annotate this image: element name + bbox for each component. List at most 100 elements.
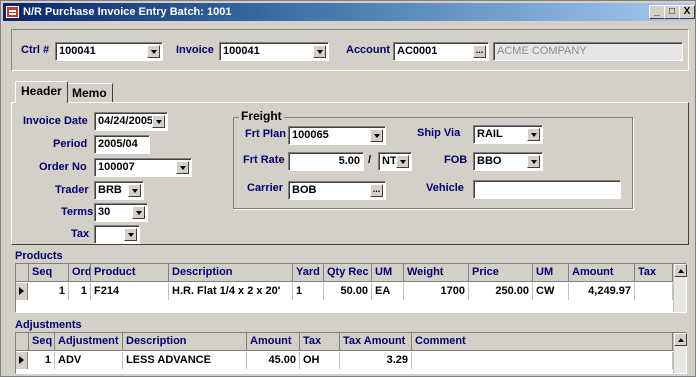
cell[interactable]: EA xyxy=(372,283,404,300)
terms-value: 30 xyxy=(98,206,111,218)
cell[interactable]: CW xyxy=(533,283,569,300)
trader-label: Trader xyxy=(55,184,89,196)
fob-value: BBO xyxy=(477,155,502,167)
cell[interactable]: LESS ADVANCE xyxy=(123,352,247,369)
scroll-up-arrow-icon[interactable] xyxy=(674,333,687,346)
chevron-down-icon[interactable] xyxy=(527,155,540,168)
ship-via-field[interactable]: RAIL xyxy=(473,125,543,144)
chevron-down-icon[interactable] xyxy=(176,161,189,174)
col-header[interactable]: Product xyxy=(91,264,169,282)
col-header[interactable]: Amount xyxy=(569,264,635,282)
tab-memo[interactable]: Memo xyxy=(66,83,113,103)
cell[interactable]: 4,249.97 xyxy=(569,283,635,300)
title-bar: N/R Purchase Invoice Entry Batch: 1001 _… xyxy=(3,3,695,21)
col-header[interactable]: Comment xyxy=(412,333,673,351)
maximize-button[interactable]: □ xyxy=(664,5,680,19)
col-header[interactable]: Tax Amount xyxy=(340,333,412,351)
minimize-button[interactable]: _ xyxy=(649,5,665,19)
chevron-down-icon[interactable] xyxy=(313,45,326,58)
cell[interactable]: 1 xyxy=(69,283,91,300)
cell[interactable]: F214 xyxy=(91,283,169,300)
col-header[interactable]: Tax xyxy=(635,264,673,282)
cell[interactable]: 1700 xyxy=(404,283,469,300)
adjustments-grid: Seq Adjustment Description Amount Tax Ta… xyxy=(15,332,687,374)
invoice-label: Invoice xyxy=(176,44,214,56)
col-header[interactable]: Seq xyxy=(29,333,55,351)
trader-field[interactable]: BRB xyxy=(94,181,144,200)
frt-plan-value: 100065 xyxy=(292,129,329,141)
chevron-down-icon[interactable] xyxy=(370,129,383,142)
frt-rate-field[interactable]: 5.00 xyxy=(288,152,364,171)
col-header[interactable]: Amount xyxy=(247,333,300,351)
chevron-down-icon[interactable] xyxy=(132,206,145,219)
period-value: 2005/04 xyxy=(98,138,138,150)
vehicle-field[interactable] xyxy=(473,180,621,199)
tax-field[interactable] xyxy=(94,225,140,244)
ctrl-value: 100041 xyxy=(59,45,96,57)
cell[interactable] xyxy=(412,352,673,369)
chevron-down-icon[interactable] xyxy=(124,228,137,241)
account-value: AC0001 xyxy=(397,45,438,57)
account-field[interactable]: AC0001 ... xyxy=(393,42,489,61)
fob-label: FOB xyxy=(444,154,468,166)
cell[interactable]: 1 xyxy=(29,283,69,300)
cell[interactable]: 50.00 xyxy=(324,283,372,300)
carrier-field[interactable]: BOB ... xyxy=(288,181,386,200)
cell[interactable] xyxy=(635,283,673,300)
col-header[interactable]: Qty Rec xyxy=(324,264,372,282)
account-label: Account xyxy=(346,44,390,56)
cell[interactable]: 250.00 xyxy=(469,283,533,300)
col-header[interactable]: UM xyxy=(372,264,404,282)
account-name-field: ACME COMPANY xyxy=(493,42,683,61)
fob-field[interactable]: BBO xyxy=(473,152,543,171)
col-header[interactable]: Adjustment xyxy=(55,333,123,351)
adjustments-title: Adjustments xyxy=(15,319,82,331)
col-header[interactable]: Price xyxy=(469,264,533,282)
cell[interactable]: ADV xyxy=(55,352,123,369)
invoice-entry-window: N/R Purchase Invoice Entry Batch: 1001 _… xyxy=(0,0,696,377)
row-pointer-icon xyxy=(16,283,28,300)
scroll-up-arrow-icon[interactable] xyxy=(674,264,687,277)
terms-label: Terms xyxy=(61,206,94,218)
order-no-field[interactable]: 100007 xyxy=(94,158,192,177)
rate-unit-field[interactable]: NT xyxy=(378,152,412,171)
cell[interactable]: OH xyxy=(300,352,340,369)
products-scrollbar[interactable] xyxy=(673,264,687,312)
window-title: N/R Purchase Invoice Entry Batch: 1001 xyxy=(23,6,232,18)
period-field[interactable]: 2005/04 xyxy=(94,135,150,154)
row-header-corner xyxy=(16,264,29,282)
rate-unit-value: NT xyxy=(382,155,397,167)
cell[interactable]: 1 xyxy=(29,352,55,369)
col-header[interactable]: Yard xyxy=(293,264,324,282)
adjustments-scrollbar[interactable] xyxy=(673,333,687,373)
lookup-ellipsis-icon[interactable]: ... xyxy=(473,45,486,58)
chevron-down-icon[interactable] xyxy=(128,184,141,197)
terms-field[interactable]: 30 xyxy=(94,203,148,222)
close-button[interactable]: X xyxy=(679,5,695,19)
col-header[interactable]: Weight xyxy=(404,264,469,282)
cell[interactable]: 45.00 xyxy=(247,352,300,369)
tax-label: Tax xyxy=(71,228,90,240)
cell[interactable]: H.R. Flat 1/4 x 2 x 20' xyxy=(169,283,293,300)
chevron-down-icon[interactable] xyxy=(152,115,165,128)
account-name: ACME COMPANY xyxy=(497,45,587,57)
tab-header[interactable]: Header xyxy=(15,81,68,103)
ship-via-value: RAIL xyxy=(477,128,503,140)
products-title: Products xyxy=(15,250,63,262)
lookup-ellipsis-icon[interactable]: ... xyxy=(370,184,383,197)
frt-plan-field[interactable]: 100065 xyxy=(288,126,386,145)
col-header[interactable]: Seq xyxy=(29,264,69,282)
invoice-field[interactable]: 100041 xyxy=(219,42,329,61)
col-header[interactable]: Ord xyxy=(69,264,91,282)
col-header[interactable]: Description xyxy=(123,333,247,351)
col-header[interactable]: Description xyxy=(169,264,293,282)
col-header[interactable]: Tax xyxy=(300,333,340,351)
invoice-date-field[interactable]: 04/24/2005 xyxy=(94,112,168,131)
chevron-down-icon[interactable] xyxy=(147,45,160,58)
ctrl-field[interactable]: 100041 xyxy=(55,42,163,61)
col-header[interactable]: UM xyxy=(533,264,569,282)
cell[interactable]: 1 xyxy=(293,283,324,300)
chevron-down-icon[interactable] xyxy=(527,128,540,141)
cell[interactable]: 3.29 xyxy=(340,352,412,369)
chevron-down-icon[interactable] xyxy=(396,155,409,168)
